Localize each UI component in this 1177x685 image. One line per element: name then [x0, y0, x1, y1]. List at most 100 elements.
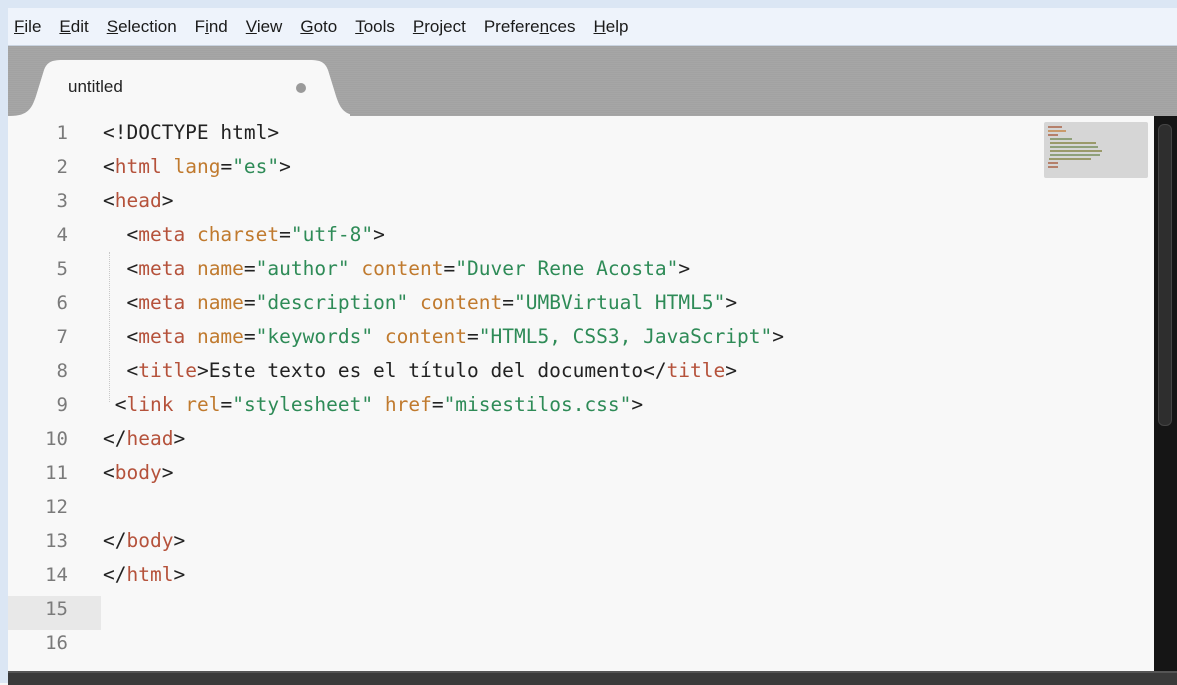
code-token: "HTML5, CSS3, JavaScript"	[478, 325, 773, 348]
code-line[interactable]: <html lang="es">	[103, 150, 291, 184]
code-token: <	[126, 291, 139, 314]
line-number: 6	[56, 292, 68, 314]
tab-bar: untitled	[8, 46, 1177, 116]
line-number: 16	[45, 632, 68, 654]
tab-untitled[interactable]: untitled	[10, 60, 350, 116]
menu-item-project[interactable]: Project	[404, 8, 475, 46]
minimap-line	[1049, 158, 1091, 160]
line-number: 10	[45, 428, 68, 450]
code-token: =	[220, 155, 233, 178]
unsaved-dot-icon[interactable]	[296, 83, 306, 93]
code-token: >	[161, 461, 174, 484]
code-token: name	[196, 291, 244, 314]
window-left-border	[0, 0, 8, 683]
minimap-line	[1050, 154, 1100, 156]
code-token: <	[126, 325, 139, 348]
code-token: content	[384, 325, 468, 348]
code-token: =	[243, 325, 256, 348]
code-token: >	[772, 325, 785, 348]
code-token: >	[173, 563, 186, 586]
code-token: =	[243, 257, 256, 280]
line-number: 9	[56, 394, 68, 416]
code-token: "description"	[255, 291, 409, 314]
code-line[interactable]: <meta name="description" content="UMBVir…	[103, 286, 737, 320]
code-token: <	[114, 393, 127, 416]
menu-item-help[interactable]: Help	[585, 8, 638, 46]
minimap-line	[1050, 138, 1072, 140]
code-line[interactable]: <!DOCTYPE html>	[103, 116, 279, 150]
code-token: =	[279, 223, 291, 246]
code-token: "UMBVirtual HTML5"	[513, 291, 726, 314]
line-number: 5	[56, 258, 68, 280]
minimap-line	[1048, 134, 1058, 136]
code-token: =	[431, 393, 444, 416]
code-token: >	[725, 359, 738, 382]
code-token: lang	[173, 155, 221, 178]
code-token: title	[666, 359, 726, 382]
code-line[interactable]: <body>	[103, 456, 173, 490]
code-token: <	[126, 223, 139, 246]
minimap[interactable]	[1044, 122, 1148, 178]
minimap-line	[1048, 126, 1062, 128]
code-token: "keywords"	[255, 325, 374, 348]
code-token: meta	[138, 325, 186, 348]
code-token: meta	[138, 223, 186, 246]
line-number: 4	[56, 224, 68, 246]
menu-item-tools[interactable]: Tools	[346, 8, 404, 46]
code-token: meta	[138, 257, 186, 280]
code-line[interactable]: <meta charset="utf-8">	[103, 218, 384, 252]
menu-item-preferences[interactable]: Preferences	[475, 8, 585, 46]
code-token: >	[678, 257, 691, 280]
code-line[interactable]: <meta name="author" content="Duver Rene …	[103, 252, 690, 286]
code-token: <	[103, 155, 115, 178]
code-token: Este texto es el título del documento	[208, 359, 644, 382]
code-line[interactable]: <link rel="stylesheet" href="misestilos.…	[103, 388, 643, 422]
code-token: head	[126, 427, 174, 450]
code-token: >	[173, 529, 186, 552]
menu-item-goto[interactable]: Goto	[291, 8, 346, 46]
minimap-line	[1050, 146, 1098, 148]
vertical-scrollbar[interactable]	[1154, 116, 1177, 671]
code-token: =	[220, 393, 233, 416]
menu-item-view[interactable]: View	[237, 8, 292, 46]
code-token: charset	[196, 223, 280, 246]
code-token: name	[196, 257, 244, 280]
code-token: meta	[138, 291, 186, 314]
code-token: <	[103, 189, 115, 212]
code-token: html	[114, 155, 162, 178]
scrollbar-thumb[interactable]	[1158, 124, 1172, 426]
code-token: >	[173, 427, 186, 450]
line-number: 11	[45, 462, 68, 484]
code-token: content	[420, 291, 503, 314]
code-token: >	[196, 359, 209, 382]
code-token: "misestilos.css"	[443, 393, 632, 416]
code-token: >	[631, 393, 644, 416]
code-line[interactable]: <head>	[103, 184, 173, 218]
code-token: >	[725, 291, 738, 314]
menu-item-edit[interactable]: Edit	[50, 8, 97, 46]
code-line[interactable]: </head>	[103, 422, 185, 456]
code-line[interactable]: <title>Este texto es el título del docum…	[103, 354, 737, 388]
menu-item-selection[interactable]: Selection	[98, 8, 186, 46]
code-token: <	[126, 257, 139, 280]
code-token: =	[467, 325, 479, 348]
menu-item-file[interactable]: File	[8, 8, 50, 46]
code-line[interactable]: <meta name="keywords" content="HTML5, CS…	[103, 320, 784, 354]
code-editor[interactable]: 1 <!DOCTYPE html> 2 <html lang="es"> 3 <head>…	[8, 116, 1154, 671]
code-token: "Duver Rene Acosta"	[455, 257, 679, 280]
code-token: "stylesheet"	[232, 393, 374, 416]
code-token: "author"	[255, 257, 350, 280]
code-token: =	[443, 257, 456, 280]
code-line[interactable]: </body>	[103, 524, 185, 558]
menu-item-find[interactable]: Find	[186, 8, 237, 46]
code-line[interactable]: </html>	[103, 558, 185, 592]
